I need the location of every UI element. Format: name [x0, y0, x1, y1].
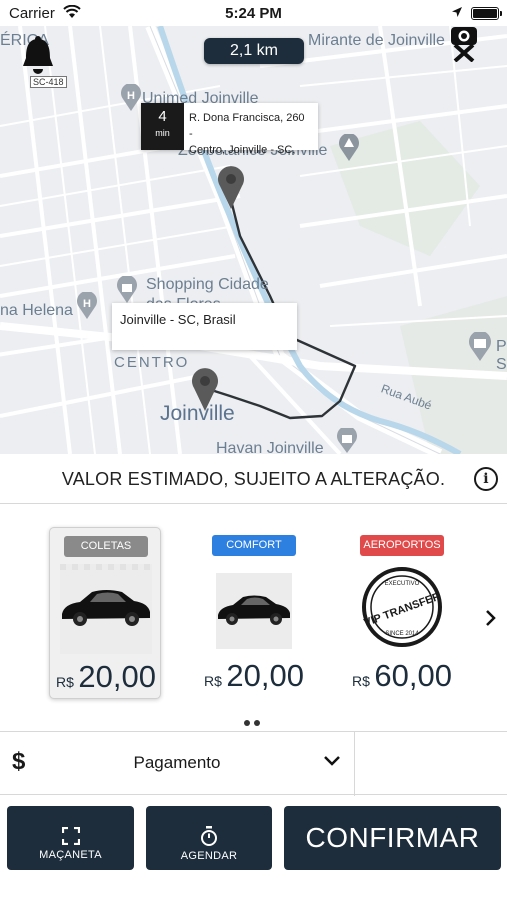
svg-text:H: H: [83, 298, 91, 310]
option-price: R$ 60,00: [346, 658, 458, 694]
payment-label: Pagamento: [133, 753, 221, 772]
hospital-poi-icon: H: [77, 292, 97, 319]
origin-pin-icon[interactable]: [216, 164, 246, 210]
macaneta-label: MAÇANETA: [39, 849, 102, 861]
park-poi-icon: [339, 134, 359, 161]
origin-address-line2: Centro, Joinville - SC,: [189, 144, 296, 156]
vip-transfer-stamp: EXECUTIVO VIP TRANSFER SINCE 2014: [356, 563, 448, 653]
distance-badge: 2,1 km: [204, 38, 304, 64]
chevron-right-icon: [486, 610, 496, 626]
option-price-value: 60,00: [374, 658, 452, 693]
car-icon: [216, 573, 292, 649]
macaneta-button[interactable]: MAÇANETA: [7, 806, 134, 870]
shopping-poi-icon: [337, 428, 357, 453]
car-icon: [60, 564, 152, 654]
divider: [354, 732, 355, 796]
stopwatch-icon: [201, 826, 217, 846]
option-price: R$ 20,00: [50, 659, 162, 695]
estimate-notice-bar: VALOR ESTIMADO, SUJEITO A ALTERAÇÃO. i: [0, 454, 507, 504]
clock: 5:24 PM: [225, 5, 282, 22]
option-price-value: 20,00: [226, 658, 304, 693]
vip-stamp-bottom: SINCE 2014: [385, 631, 419, 637]
map-label-centro: CENTRO: [114, 354, 190, 371]
hospital-poi-icon: H: [121, 84, 141, 111]
map-label-shopping: Shopping Cidade: [146, 276, 269, 293]
battery-icon: [471, 7, 502, 20]
status-bar: Carrier 5:24 PM: [0, 0, 507, 26]
bell-icon: [23, 36, 53, 74]
carousel-next-button[interactable]: [484, 609, 496, 632]
camera-button[interactable]: [447, 26, 481, 67]
option-price-value: 20,00: [78, 659, 156, 694]
info-icon[interactable]: i: [474, 467, 498, 491]
option-tag: COLETAS: [64, 536, 148, 557]
vip-stamp-top: EXECUTIVO: [385, 581, 420, 587]
origin-address-line1: R. Dona Francisca, 260 -: [189, 112, 305, 140]
destination-address-card[interactable]: Joinville - SC, Brasil: [112, 303, 297, 350]
map-label-edge-p: P: [496, 338, 507, 355]
page-dot: [244, 720, 250, 726]
map-label-havan: Havan Joinville: [216, 440, 324, 454]
option-currency: R$: [56, 674, 74, 690]
destination-pin-icon[interactable]: [190, 366, 220, 412]
option-currency: R$: [352, 673, 370, 689]
vehicle-option-coletas[interactable]: COLETAS R$ 20,00: [49, 527, 161, 699]
confirm-button[interactable]: CONFIRMAR: [284, 806, 501, 870]
destination-address: Joinville - SC, Brasil: [120, 312, 236, 327]
option-currency: R$: [204, 673, 222, 689]
schedule-label: AGENDAR: [180, 850, 238, 862]
option-price: R$ 20,00: [198, 658, 310, 694]
payment-selector[interactable]: $ Pagamento: [0, 731, 507, 796]
shopping-poi-icon: [117, 276, 137, 303]
expand-icon: [61, 827, 80, 845]
origin-address: R. Dona Francisca, 260 - Centro, Joinvil…: [184, 103, 318, 156]
page-dot: [254, 720, 260, 726]
map-label-edge-s: S: [496, 356, 507, 373]
schedule-button[interactable]: AGENDAR: [146, 806, 272, 870]
origin-address-card[interactable]: 4 min R. Dona Francisca, 260 - Centro, J…: [141, 103, 318, 156]
vip-stamp-icon: EXECUTIVO VIP TRANSFER SINCE 2014: [362, 567, 442, 647]
map-view[interactable]: ÉRICA SC-418 Mirante de Joinville Unimed…: [0, 26, 507, 454]
eta-badge: 4 min: [141, 103, 184, 150]
landmark-poi-icon: [469, 332, 491, 361]
option-tag: AEROPORTOS: [360, 535, 444, 556]
estimate-notice: VALOR ESTIMADO, SUJEITO A ALTERAÇÃO.: [61, 469, 446, 489]
car-image: [208, 563, 300, 653]
map-label-mirante: Mirante de Joinville: [308, 32, 445, 49]
page-indicator: [242, 713, 262, 731]
option-tag: COMFORT: [212, 535, 296, 556]
location-arrow-icon: [451, 5, 463, 22]
camera-icon: [451, 27, 477, 63]
chevron-down-icon: [323, 754, 341, 772]
svg-text:H: H: [127, 90, 135, 102]
eta-unit: min: [155, 128, 170, 138]
vehicle-options-carousel[interactable]: COLETAS R$ 20,00 COMFORT R$ 20,00 AEROPO…: [0, 505, 507, 731]
vehicle-option-aeroportos[interactable]: AEROPORTOS EXECUTIVO VIP TRANSFER SINCE …: [346, 527, 458, 699]
map-label-ana-helena: na Helena: [0, 302, 73, 319]
vehicle-option-comfort[interactable]: COMFORT R$ 20,00: [198, 527, 310, 699]
notification-button[interactable]: [20, 34, 56, 83]
eta-value: 4: [158, 108, 167, 125]
car-image: [60, 564, 152, 654]
